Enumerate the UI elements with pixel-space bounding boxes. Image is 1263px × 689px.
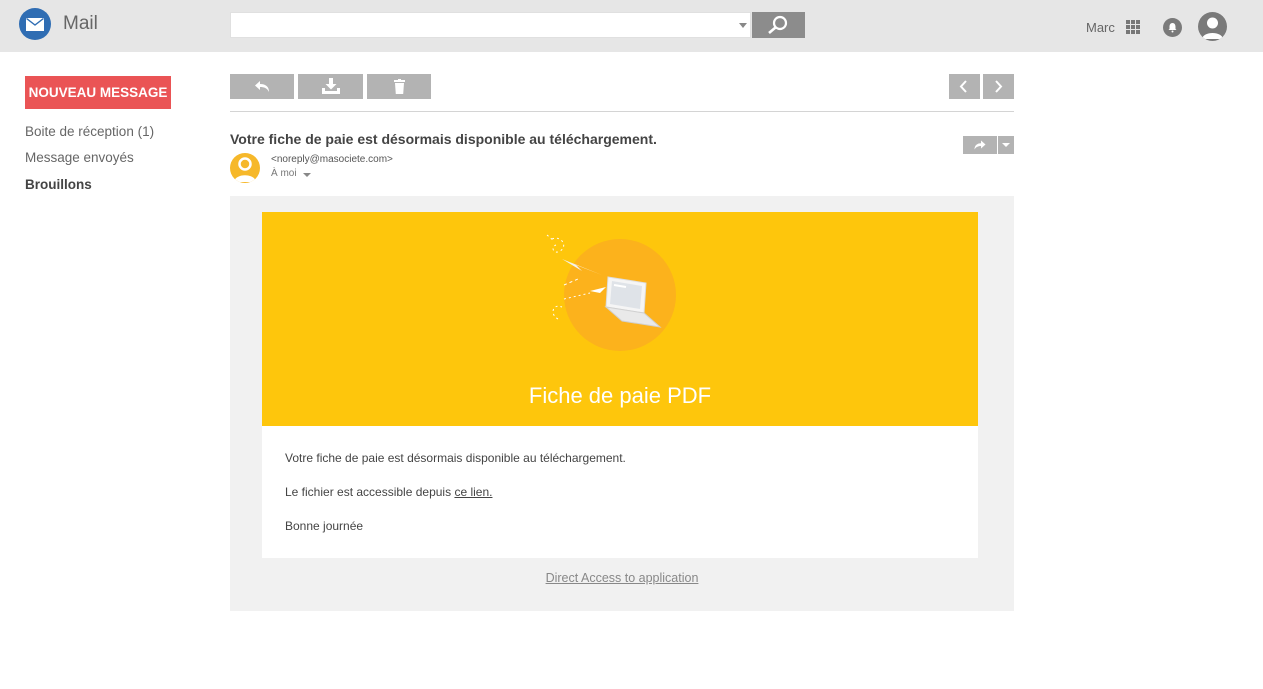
user-avatar-icon[interactable]	[1198, 12, 1227, 41]
delete-button[interactable]	[367, 74, 431, 99]
user-name[interactable]: Marc	[1086, 20, 1115, 35]
paper-plane-laptop-illustration	[546, 234, 676, 351]
reply-button[interactable]	[230, 74, 294, 99]
sender-avatar	[230, 153, 260, 183]
bell-icon[interactable]	[1163, 18, 1182, 37]
banner-title: Fiche de paie PDF	[528, 383, 712, 408]
search-dropdown-caret[interactable]	[739, 23, 747, 28]
chevron-down-icon	[1002, 143, 1010, 147]
trash-icon	[394, 79, 405, 94]
forward-icon	[974, 140, 986, 150]
previous-message-button[interactable]	[949, 74, 980, 99]
grid-icon[interactable]	[1126, 20, 1141, 35]
sidebar-item-inbox[interactable]: Boite de réception (1)	[25, 124, 154, 139]
direct-access-link[interactable]: Direct Access to application	[230, 571, 1014, 585]
app-name: Mail	[63, 13, 98, 34]
next-message-button[interactable]	[983, 74, 1014, 99]
recipient-label[interactable]: À moi	[271, 168, 297, 179]
search-icon	[768, 15, 788, 34]
download-icon	[322, 78, 340, 94]
more-actions-button[interactable]	[998, 136, 1014, 154]
forward-button[interactable]	[963, 136, 997, 154]
body-line-access: Le fichier est accessible depuis ce lien…	[285, 485, 492, 499]
body-line-access-text: Le fichier est accessible depuis	[285, 485, 455, 499]
body-line-greeting: Bonne journée	[285, 519, 364, 533]
toolbar-divider	[230, 111, 1014, 112]
chevron-left-icon	[959, 80, 967, 93]
envelope-icon[interactable]	[19, 8, 51, 40]
chevron-down-icon[interactable]	[303, 173, 311, 177]
download-link[interactable]: ce lien.	[454, 485, 492, 499]
search-input[interactable]	[230, 12, 751, 38]
sender-email: <noreply@masociete.com>	[271, 154, 393, 165]
new-message-button[interactable]: NOUVEAU MESSAGE	[25, 76, 171, 109]
message-subject: Votre fiche de paie est désormais dispon…	[230, 131, 657, 147]
sidebar-item-drafts[interactable]: Brouillons	[25, 177, 92, 192]
search-button[interactable]	[752, 12, 805, 38]
sidebar-item-sent[interactable]: Message envoyés	[25, 150, 134, 165]
body-line-availability: Votre fiche de paie est désormais dispon…	[285, 451, 626, 465]
reply-icon	[255, 81, 269, 92]
chevron-right-icon	[995, 80, 1003, 93]
download-button[interactable]	[298, 74, 363, 99]
